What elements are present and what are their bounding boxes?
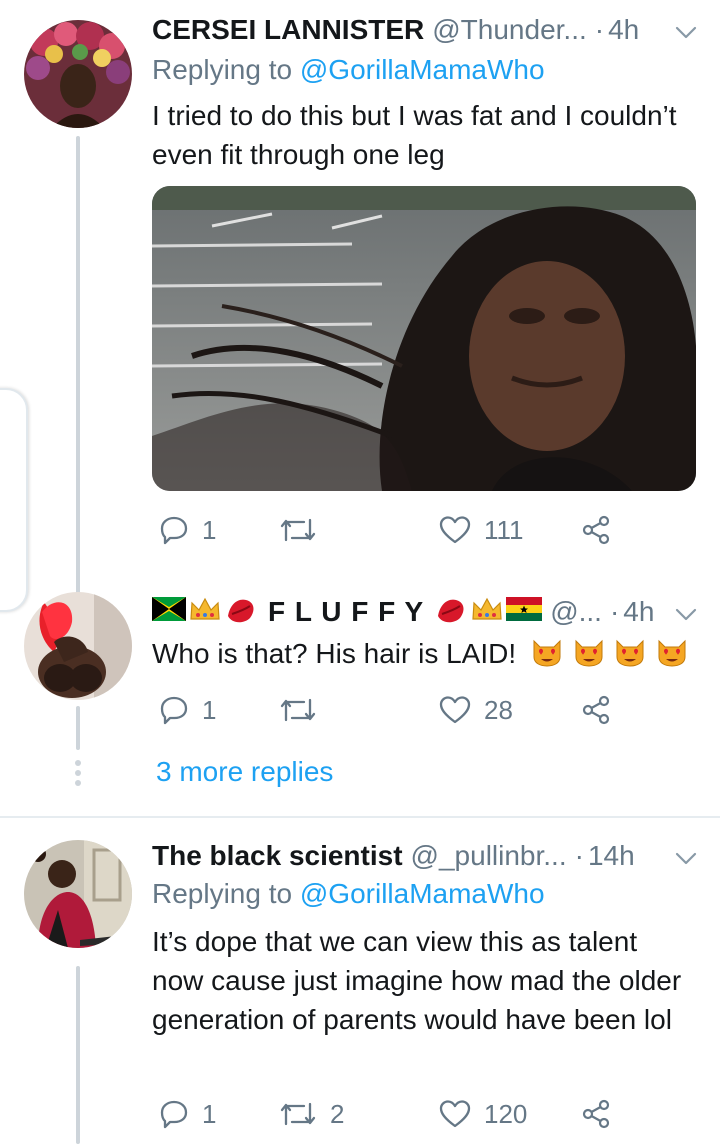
tweet-text: It’s dope that we can view this as talen… [152,926,682,1035]
share-icon [582,695,610,725]
separator-dot: · [609,596,620,627]
reply-icon [160,516,188,545]
share-button[interactable] [580,690,612,730]
timestamp[interactable]: 4h [623,596,654,628]
tweet-photo[interactable] [152,186,696,491]
tweet-header: The black scientist @_pullinbr... · 14h [152,836,700,876]
chevron-down-icon[interactable] [672,18,700,46]
display-name[interactable]: CERSEI LANNISTER [152,14,424,46]
reply-button[interactable]: 1 [158,510,216,550]
tweet-text: I tried to do this but I was fat and I c… [152,100,677,170]
share-button[interactable] [580,1094,612,1134]
display-name[interactable]: F L U F F Y [268,596,424,628]
heart-eyes-cat-icon [530,635,564,677]
avatar[interactable] [24,20,132,128]
thread-line [76,966,80,1144]
separator-dot: · [594,14,605,45]
replying-to-label: Replying to [152,878,293,909]
replying-to: Replying to @GorillaMamaWho [152,878,545,910]
lips-icon [224,594,258,631]
retweet-icon [280,1102,316,1126]
heart-icon [439,516,471,544]
tweet-actions: 1 28 [152,690,622,730]
share-icon [582,515,610,545]
reply-button[interactable]: 1 [158,690,216,730]
tweet-reply-2[interactable]: F L U F F Y @... · 4h Who is that? His h… [0,560,720,816]
like-count: 28 [484,694,513,725]
retweet-button[interactable] [278,690,318,730]
share-button[interactable] [580,510,612,550]
replying-to-mention[interactable]: @GorillaMamaWho [300,878,545,909]
retweet-button[interactable] [278,510,318,550]
avatar[interactable] [24,592,132,700]
show-more-replies-link[interactable]: 3 more replies [156,756,333,788]
username[interactable]: @... [550,596,602,628]
tweet-header: CERSEI LANNISTER @Thunder... · 4h [152,10,700,50]
reply-button[interactable]: 1 [158,1094,216,1134]
more-replies-dots-icon [75,760,81,786]
timestamp[interactable]: 14h [588,840,635,872]
reply-count: 1 [202,1098,217,1129]
share-icon [582,1099,610,1129]
retweet-icon [280,698,316,722]
jamaica-flag-icon [152,596,186,628]
heart-eyes-cat-icon [613,635,647,677]
lips-icon [434,594,468,631]
replying-to: Replying to @GorillaMamaWho [152,54,545,86]
crown-icon [470,595,504,630]
tweet-actions: 1 111 [152,510,622,550]
reply-icon [160,696,188,725]
heart-icon [439,1100,471,1128]
tweet-actions: 1 2 120 [152,1094,622,1134]
replying-to-mention[interactable]: @GorillaMamaWho [300,54,545,85]
heart-eyes-cat-icon [572,635,606,677]
retweet-count: 2 [330,1098,345,1129]
retweet-button[interactable]: 2 [278,1094,344,1134]
tweet-reply-3[interactable]: The black scientist @_pullinbr... · 14h … [0,818,720,1144]
tweet-text: Who is that? His hair is LAID! [152,638,517,669]
replying-to-label: Replying to [152,54,293,85]
like-button[interactable]: 28 [438,690,513,730]
timestamp[interactable]: 4h [608,14,639,46]
tweet-header: F L U F F Y @... · 4h [152,592,700,632]
avatar[interactable] [24,840,132,948]
username[interactable]: @Thunder... [432,14,587,46]
retweet-icon [280,518,316,542]
reply-count: 1 [202,514,217,545]
like-button[interactable]: 111 [438,510,524,550]
reply-icon [160,1100,188,1129]
thread-line [76,706,80,750]
separator-dot: · [574,840,584,871]
tweet-text-wrapper: Who is that? His hair is LAID! [152,634,702,677]
like-count: 120 [484,1098,528,1129]
username[interactable]: @_pullinbr... [411,840,567,872]
display-name[interactable]: The black scientist [152,840,403,872]
like-button[interactable]: 120 [438,1094,527,1134]
tweet-reply-1[interactable]: CERSEI LANNISTER @Thunder... · 4h Replyi… [0,0,720,666]
reply-count: 1 [202,694,217,725]
heart-icon [439,696,471,724]
chevron-down-icon[interactable] [672,600,700,628]
crown-icon [188,595,222,630]
chevron-down-icon[interactable] [672,844,700,872]
ghana-flag-icon [506,596,543,628]
like-count: 111 [484,514,524,545]
heart-eyes-cat-icon [655,635,689,677]
